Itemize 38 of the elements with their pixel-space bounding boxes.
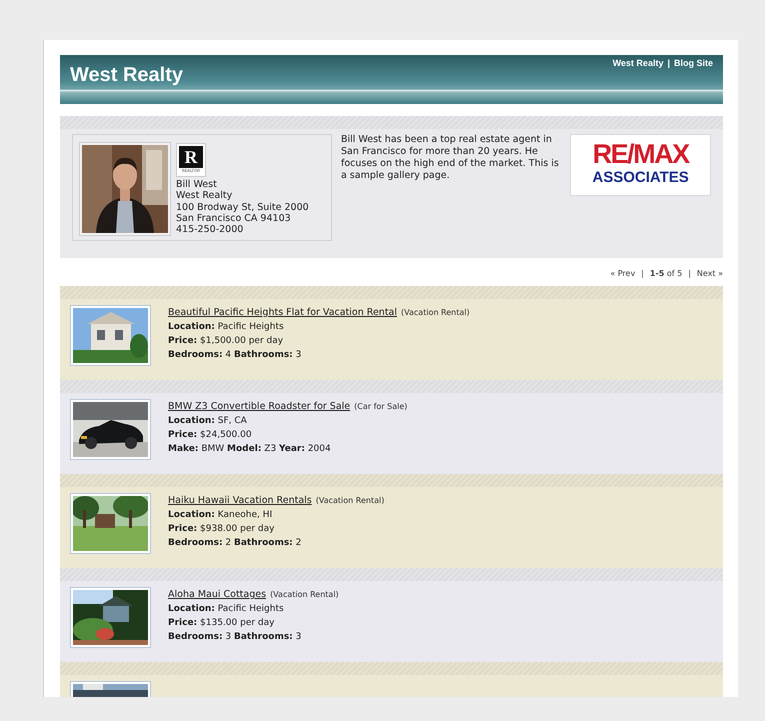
- listing-category: (Vacation Rental): [270, 590, 339, 599]
- listing-detail: Location: Pacific Heights: [168, 322, 285, 332]
- badge-letter: R: [179, 146, 203, 168]
- next-link[interactable]: Next »: [696, 269, 723, 278]
- logo-mark: RE/MAX: [592, 139, 689, 169]
- header-link[interactable]: West Realty: [612, 58, 664, 68]
- agent-detail: Bill West: [176, 179, 217, 190]
- listing-detail: Location: Kaneohe, HI: [168, 510, 274, 520]
- listing-detail: Make: BMW Model: Z3 Year: 2004: [168, 444, 332, 454]
- separator: |: [688, 269, 691, 278]
- listing-category: (Vacation Rental): [401, 308, 470, 317]
- listing-detail: Bedrooms: 2 Bathrooms: 2: [168, 538, 302, 548]
- site-title: West Realty: [70, 64, 184, 87]
- listing-detail: Price: $135.00 per day: [168, 618, 276, 628]
- listing-title-link[interactable]: Beautiful Pacific Heights Flat for Vacation Rental: [168, 307, 398, 318]
- agent-bio: Bill West has been a top real estate agent in San Francisco for more than 20 years. He focuses on the high end of the market. This is a sample gallery page.: [340, 134, 560, 182]
- listing-category: (Vacation Rental): [316, 496, 384, 505]
- page-range: 1-5 of 5: [650, 269, 682, 278]
- listing-title-link[interactable]: BMW Z3 Convertible Roadster for Sale: [168, 401, 350, 412]
- listing-title-link[interactable]: Haiku Hawaii Vacation Rentals: [168, 495, 312, 506]
- listing-detail: Price: $24,500.00: [168, 430, 253, 440]
- separator: |: [641, 269, 644, 278]
- agent-detail: San Francisco CA 94103: [176, 212, 291, 224]
- listing-title-link[interactable]: Aloha Maui Cottages: [168, 589, 266, 600]
- separator: |: [667, 58, 670, 68]
- listing-detail: Price: $938.00 per day: [168, 524, 276, 534]
- agent-detail: 100 Brodway St, Suite 2000: [176, 202, 309, 213]
- logo-subtitle: ASSOCIATES: [592, 169, 689, 187]
- prev-link[interactable]: « Prev: [610, 269, 636, 278]
- agent-detail: 415-250-2000: [176, 224, 244, 236]
- listing-detail: Location: Pacific Heights: [168, 604, 285, 614]
- listing-category: (Car for Sale): [354, 402, 408, 411]
- listing-detail: Bedrooms: 3 Bathrooms: 3: [168, 632, 302, 642]
- header-link[interactable]: Blog Site: [674, 58, 713, 68]
- listing-detail: Bedrooms: 4 Bathrooms: 3: [168, 350, 302, 360]
- listing-detail: Location: SF, CA: [168, 416, 248, 426]
- listing-detail: Price: $1,500.00 per day: [168, 336, 284, 346]
- agent-detail: West Realty: [176, 190, 232, 202]
